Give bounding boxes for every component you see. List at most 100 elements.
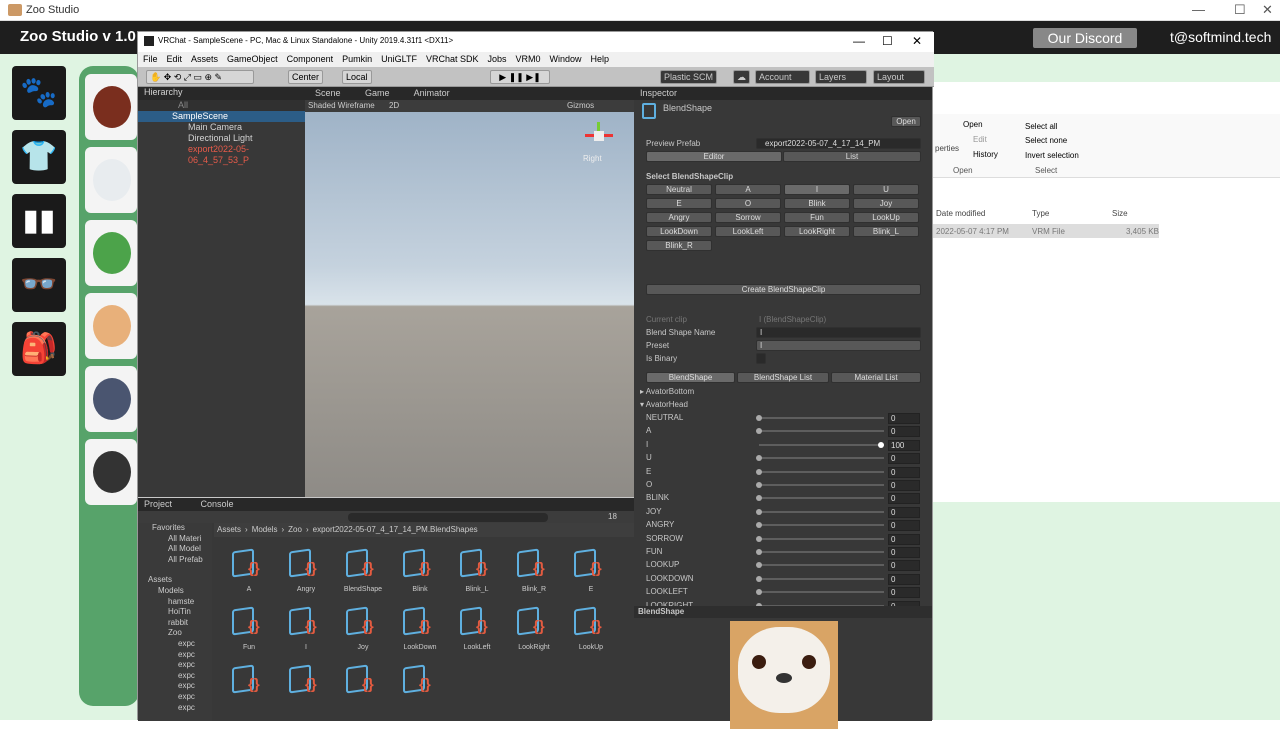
blendshape-slider-track[interactable] (759, 591, 884, 594)
blendshape-slider-track[interactable] (759, 524, 884, 527)
blendshape-slider-track[interactable] (759, 537, 884, 540)
blendshape-slider-knob[interactable] (756, 535, 762, 542)
clip-button[interactable]: Blink (784, 198, 850, 209)
blendshape-value-input[interactable]: 0 (888, 466, 920, 478)
folder-item[interactable]: expc (138, 639, 212, 650)
favorite-item[interactable]: All Prefab (138, 555, 212, 566)
blendshape-slider-knob[interactable] (756, 575, 762, 582)
blendshape-slider-knob[interactable] (756, 428, 762, 435)
maximize-icon[interactable]: ☐ (1234, 2, 1246, 18)
preset-dropdown[interactable]: I (756, 340, 921, 351)
email-link[interactable]: t@softmind.tech (1170, 29, 1271, 45)
clip-button[interactable]: LookRight (784, 226, 850, 237)
asset-item[interactable]: {} (223, 664, 275, 702)
menu-item[interactable]: GameObject (227, 54, 278, 64)
clip-button[interactable]: Neutral (646, 184, 712, 195)
blendshape-value-input[interactable]: 0 (888, 520, 920, 532)
folder-item[interactable]: expc (138, 660, 212, 671)
asset-item[interactable]: {} Fun (223, 606, 275, 651)
animal-bull[interactable] (85, 74, 137, 140)
blendshape-slider-knob[interactable] (756, 508, 762, 515)
animal-bear[interactable] (85, 147, 137, 213)
folder-item[interactable]: hamste (138, 597, 212, 608)
clip-button[interactable]: I (784, 184, 850, 195)
orientation-gizmo[interactable] (585, 122, 613, 150)
tab-project[interactable]: Project (144, 499, 172, 509)
transform-tools[interactable]: ✋ ✥ ⟲ ⤢ ▭ ⊕ ✎ (146, 70, 254, 84)
asset-item[interactable]: {} LookRight (508, 606, 560, 651)
folder-item[interactable]: HoiTin (138, 607, 212, 618)
breadcrumb-item[interactable]: Assets (217, 525, 241, 534)
blendshape-subtab[interactable]: BlendShape (646, 372, 735, 383)
blendshape-slider-knob[interactable] (756, 455, 762, 462)
open-button[interactable]: Open (963, 120, 983, 129)
close-icon[interactable]: ✕ (1262, 2, 1273, 18)
mode-2d-toggle[interactable]: 2D (389, 101, 399, 110)
menu-item[interactable]: Edit (167, 54, 183, 64)
menu-item[interactable]: VRM0 (516, 54, 541, 64)
folder-item[interactable]: Models (138, 586, 212, 597)
menu-item[interactable]: VRChat SDK (426, 54, 479, 64)
menu-item[interactable]: Component (287, 54, 334, 64)
blendshape-slider-track[interactable] (759, 577, 884, 580)
blendshape-value-input[interactable]: 0 (888, 573, 920, 585)
blendshape-slider-knob[interactable] (878, 441, 884, 448)
shorts-icon[interactable]: ▮▮ (12, 194, 66, 248)
create-clip-button[interactable]: Create BlendShapeClip (646, 284, 921, 295)
col-type[interactable]: Type (1032, 209, 1049, 218)
blendshape-value-input[interactable]: 0 (888, 533, 920, 545)
clip-button[interactable]: LookLeft (715, 226, 781, 237)
material-list-subtab[interactable]: Material List (831, 372, 921, 383)
clip-button[interactable]: Joy (853, 198, 919, 209)
folder-item[interactable]: expc (138, 703, 212, 714)
group-avatorbottom[interactable]: ▸ AvatorBottom (640, 387, 694, 396)
preview-prefab-field[interactable]: export2022-05-07_4_17_14_PM (756, 138, 921, 149)
animal-wolf[interactable] (85, 366, 137, 432)
menu-item[interactable]: UniGLTF (381, 54, 417, 64)
col-size[interactable]: Size (1112, 209, 1128, 218)
blendshape-value-input[interactable]: 0 (888, 560, 920, 572)
tab-animator[interactable]: Animator (414, 88, 450, 98)
export-object-item[interactable]: export2022-05-06_4_57_53_P (138, 144, 305, 166)
blendshape-value-input[interactable]: 100 (888, 439, 920, 451)
shirt-icon[interactable]: 👕 (12, 130, 66, 184)
blendshape-value-input[interactable]: 0 (888, 547, 920, 558)
blendshape-slider-track[interactable] (759, 497, 884, 500)
scene-item[interactable]: SampleScene (138, 111, 305, 122)
blendshape-slider-track[interactable] (759, 417, 884, 419)
open-prefab-button[interactable]: Open (891, 116, 921, 127)
breadcrumb-item[interactable]: export2022-05-07_4_17_14_PM.BlendShapes (313, 525, 478, 534)
scene-viewport[interactable]: Right (305, 112, 634, 497)
folder-item[interactable]: expc (138, 681, 212, 692)
asset-item[interactable]: {} (394, 664, 446, 702)
pivot-local-toggle[interactable]: Local (342, 70, 372, 84)
group-avatorhead[interactable]: ▾ AvatorHead (640, 400, 688, 409)
cloud-icon[interactable]: ☁ (733, 70, 750, 84)
clip-button[interactable]: Blink_L (853, 226, 919, 237)
blendshape-slider-knob[interactable] (756, 522, 762, 529)
blendshape-slider-knob[interactable] (756, 495, 762, 502)
clip-button[interactable]: Sorrow (715, 212, 781, 223)
glasses-icon[interactable]: 👓 (12, 258, 66, 312)
account-dropdown[interactable]: Account (755, 70, 810, 84)
menu-item[interactable]: Help (591, 54, 610, 64)
select-all-button[interactable]: Select all (1025, 122, 1057, 131)
discord-button[interactable]: Our Discord (1033, 28, 1137, 48)
blendshape-value-input[interactable]: 0 (888, 493, 920, 505)
blendshape-slider-track[interactable] (759, 457, 884, 460)
folder-item[interactable]: expc (138, 671, 212, 682)
unity-maximize-icon[interactable]: ☐ (882, 34, 893, 48)
asset-item[interactable]: {} Blink (394, 548, 446, 593)
invert-selection-button[interactable]: Invert selection (1025, 151, 1079, 160)
asset-item[interactable]: {} I (280, 606, 332, 651)
asset-item[interactable]: {} A (223, 548, 275, 593)
blendshape-value-input[interactable]: 0 (888, 587, 920, 599)
clip-button[interactable]: A (715, 184, 781, 195)
is-binary-checkbox[interactable] (756, 353, 766, 364)
blendshape-slider-knob[interactable] (756, 468, 762, 475)
gizmos-dropdown[interactable]: Gizmos (567, 100, 594, 112)
animal-frog[interactable] (85, 220, 137, 286)
blendshape-slider-knob[interactable] (756, 482, 762, 488)
unity-minimize-icon[interactable]: — (853, 34, 865, 48)
clip-button[interactable]: LookDown (646, 226, 712, 237)
